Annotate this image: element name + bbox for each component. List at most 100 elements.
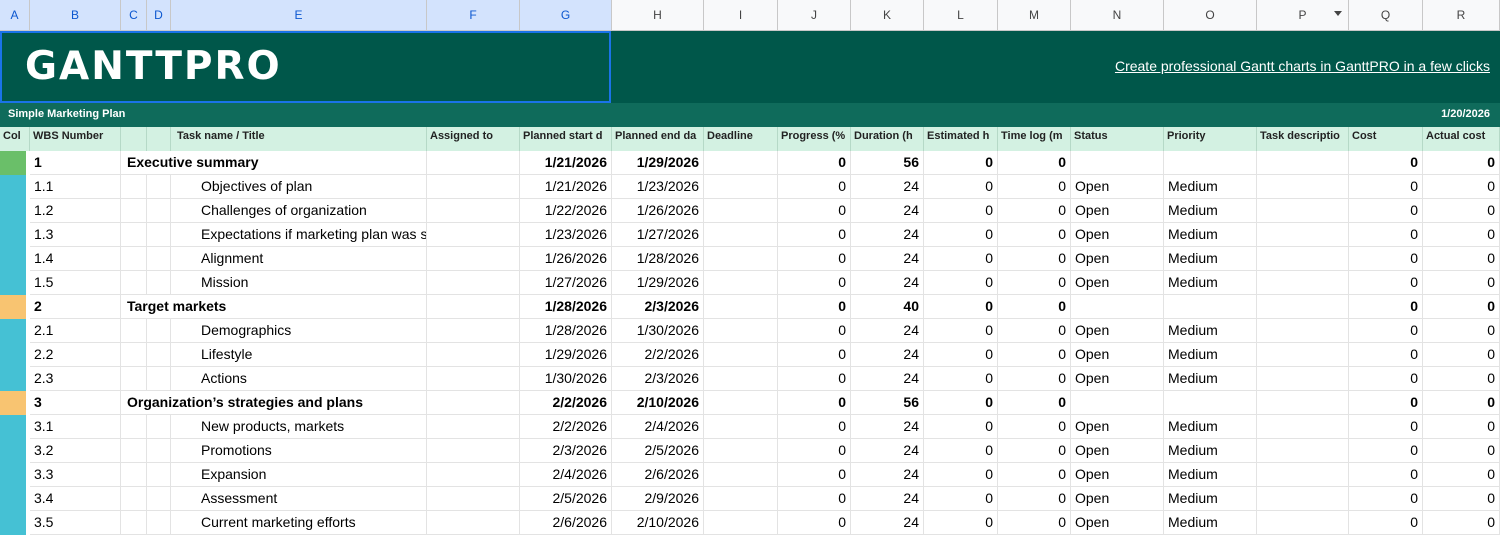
cell-description[interactable] [1257, 247, 1349, 271]
cell-priority[interactable]: Medium [1164, 343, 1257, 367]
cell-estimated[interactable]: 0 [924, 271, 998, 295]
cell-blank[interactable] [121, 199, 147, 223]
plan-title[interactable]: Simple Marketing Plan [8, 108, 125, 120]
cell-wbs[interactable]: 2 [30, 295, 121, 319]
cell-end[interactable]: 2/3/2026 [612, 367, 704, 391]
cell-deadline[interactable] [704, 391, 778, 415]
column-header-n[interactable]: N [1071, 0, 1164, 31]
cell-timelog[interactable]: 0 [998, 487, 1071, 511]
cell-status[interactable]: Open [1071, 367, 1164, 391]
cell-start[interactable]: 1/29/2026 [520, 343, 612, 367]
cell-blank[interactable] [147, 223, 171, 247]
cell-estimated[interactable]: 0 [924, 223, 998, 247]
table-row[interactable]: 3 Organization’s strategies and plans 2/2/… [0, 391, 1500, 415]
cell-wbs[interactable]: 1 [30, 151, 121, 175]
field-header-7[interactable]: Planned end da [612, 127, 704, 151]
cell-timelog[interactable]: 0 [998, 223, 1071, 247]
cell-priority[interactable]: Medium [1164, 367, 1257, 391]
cell-deadline[interactable] [704, 319, 778, 343]
cell-duration[interactable]: 24 [851, 367, 924, 391]
cell-start[interactable]: 1/22/2026 [520, 199, 612, 223]
cell-end[interactable]: 1/26/2026 [612, 199, 704, 223]
cell-description[interactable] [1257, 199, 1349, 223]
cell-estimated[interactable]: 0 [924, 391, 998, 415]
cell-assigned[interactable] [427, 223, 520, 247]
cell-actual[interactable]: 0 [1423, 199, 1500, 223]
cell-deadline[interactable] [704, 439, 778, 463]
cell-task[interactable]: Expectations if marketing plan was succe… [171, 223, 427, 247]
column-header-j[interactable]: J [778, 0, 851, 31]
cell-duration[interactable]: 24 [851, 199, 924, 223]
cell-assigned[interactable] [427, 295, 520, 319]
cell-end[interactable]: 2/6/2026 [612, 463, 704, 487]
column-header-f[interactable]: F [427, 0, 520, 31]
cell-actual[interactable]: 0 [1423, 295, 1500, 319]
field-header-13[interactable]: Status [1071, 127, 1164, 151]
cell-wbs[interactable]: 2.2 [30, 343, 121, 367]
cell-timelog[interactable]: 0 [998, 511, 1071, 535]
cell-blank[interactable] [147, 247, 171, 271]
cell-duration[interactable]: 24 [851, 463, 924, 487]
cell-task[interactable]: Promotions [171, 439, 427, 463]
cell-wbs[interactable]: 1.2 [30, 199, 121, 223]
cell-description[interactable] [1257, 415, 1349, 439]
cell-status[interactable] [1071, 391, 1164, 415]
row-color-swatch[interactable] [0, 487, 26, 511]
cell-deadline[interactable] [704, 151, 778, 175]
cell-end[interactable]: 2/10/2026 [612, 511, 704, 535]
cell-deadline[interactable] [704, 175, 778, 199]
cell-actual[interactable]: 0 [1423, 175, 1500, 199]
cell-assigned[interactable] [427, 391, 520, 415]
cell-blank[interactable] [121, 271, 147, 295]
cell-status[interactable]: Open [1071, 415, 1164, 439]
cell-assigned[interactable] [427, 151, 520, 175]
cell-description[interactable] [1257, 343, 1349, 367]
cell-deadline[interactable] [704, 415, 778, 439]
cell-deadline[interactable] [704, 199, 778, 223]
cell-deadline[interactable] [704, 295, 778, 319]
cell-assigned[interactable] [427, 463, 520, 487]
cell-timelog[interactable]: 0 [998, 151, 1071, 175]
cell-actual[interactable]: 0 [1423, 367, 1500, 391]
cell-description[interactable] [1257, 511, 1349, 535]
cell-task[interactable]: Executive summary [121, 151, 427, 175]
cell-assigned[interactable] [427, 343, 520, 367]
plan-date[interactable]: 1/20/2026 [1441, 108, 1490, 120]
cell-end[interactable]: 2/10/2026 [612, 391, 704, 415]
cell-task[interactable]: Assessment [171, 487, 427, 511]
cell-description[interactable] [1257, 151, 1349, 175]
cell-description[interactable] [1257, 463, 1349, 487]
cell-cost[interactable]: 0 [1349, 151, 1423, 175]
cell-duration[interactable]: 24 [851, 511, 924, 535]
cell-cost[interactable]: 0 [1349, 511, 1423, 535]
cell-timelog[interactable]: 0 [998, 247, 1071, 271]
cell-deadline[interactable] [704, 343, 778, 367]
cell-actual[interactable]: 0 [1423, 487, 1500, 511]
cell-cost[interactable]: 0 [1349, 223, 1423, 247]
cell-cost[interactable]: 0 [1349, 439, 1423, 463]
table-row[interactable]: 2.3 Actions 1/30/2026 2/3/2026 0 24 0 0 Open Medi… [0, 367, 1500, 391]
row-color-swatch[interactable] [0, 295, 26, 319]
cell-deadline[interactable] [704, 463, 778, 487]
field-header-10[interactable]: Duration (h [851, 127, 924, 151]
cell-blank[interactable] [121, 439, 147, 463]
cell-cost[interactable]: 0 [1349, 343, 1423, 367]
cell-duration[interactable]: 24 [851, 319, 924, 343]
cell-actual[interactable]: 0 [1423, 271, 1500, 295]
cell-start[interactable]: 2/3/2026 [520, 439, 612, 463]
cell-assigned[interactable] [427, 319, 520, 343]
cell-status[interactable]: Open [1071, 319, 1164, 343]
cell-priority[interactable]: Medium [1164, 223, 1257, 247]
cell-blank[interactable] [147, 199, 171, 223]
cell-estimated[interactable]: 0 [924, 343, 998, 367]
cell-deadline[interactable] [704, 223, 778, 247]
cell-blank[interactable] [147, 367, 171, 391]
cell-start[interactable]: 2/2/2026 [520, 415, 612, 439]
cell-task[interactable]: Expansion [171, 463, 427, 487]
cell-cost[interactable]: 0 [1349, 319, 1423, 343]
chevron-down-icon[interactable] [1334, 11, 1342, 16]
field-header-4[interactable]: Task name / Title [171, 127, 427, 151]
cell-progress[interactable]: 0 [778, 343, 851, 367]
cell-start[interactable]: 1/28/2026 [520, 295, 612, 319]
cell-wbs[interactable]: 1.1 [30, 175, 121, 199]
